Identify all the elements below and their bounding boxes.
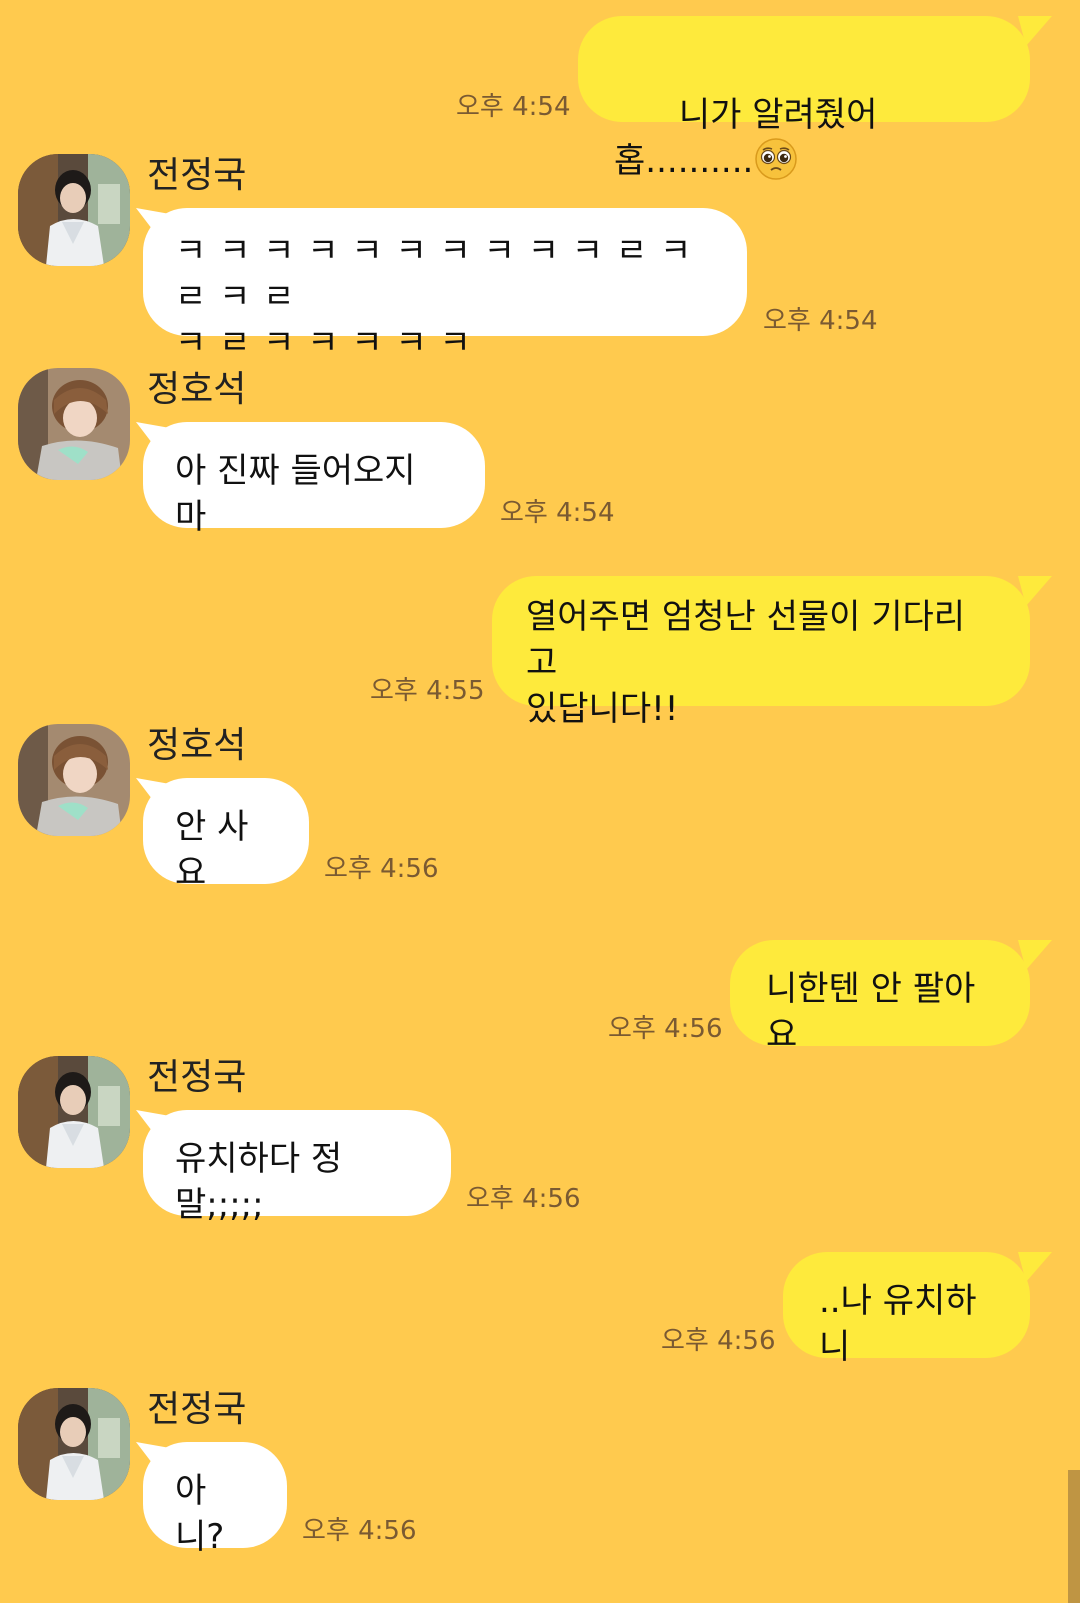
message-timestamp: 오후 4:56 xyxy=(466,1184,581,1214)
message-timestamp: 오후 4:56 xyxy=(661,1326,776,1356)
message-bubble-outgoing[interactable]: 열어주면 엄청난 선물이 기다리고 있답니다!! xyxy=(492,576,1030,729)
message-bubble-outgoing[interactable]: 니한텐 안 팔아요 xyxy=(730,940,1030,1055)
message-bubble-incoming[interactable]: ㅋ ㅋ ㅋ ㅋ ㅋ ㅋ ㅋ ㅋ ㅋ ㅋ ㄹ ㅋ ㄹ ㅋ ㄹ ㅋ ㄹ ㅋ ㅋ ㅋ … xyxy=(143,208,747,363)
avatar-jeongguk[interactable] xyxy=(18,154,130,266)
chat-message-list[interactable]: 오후 4:54 니가 알려줬어 홉.......... 전정국 ㅋ ㅋ ㅋ ㅋ … xyxy=(0,0,1080,1603)
message-timestamp: 오후 4:55 xyxy=(370,676,485,706)
sender-name: 전정국 xyxy=(147,1057,247,1098)
message-bubble-incoming[interactable]: 아 진짜 들어오지 마 xyxy=(143,422,485,537)
avatar-hoseok[interactable] xyxy=(18,724,130,836)
bubble-tail-outgoing xyxy=(1018,576,1052,606)
message-bubble-incoming[interactable]: 안 사요 xyxy=(143,778,309,893)
sender-name: 전정국 xyxy=(147,1389,247,1430)
bubble-tail-outgoing xyxy=(1018,940,1052,970)
message-row-incoming: 전정국 유치하다 정말;;;;; 오후 4:56 xyxy=(0,1056,1080,1226)
avatar-jeongguk[interactable] xyxy=(18,1056,130,1168)
sender-name: 전정국 xyxy=(147,155,247,196)
sender-name: 정호석 xyxy=(147,369,247,410)
message-timestamp: 오후 4:54 xyxy=(456,92,571,122)
message-row-outgoing: 오후 4:56 니한텐 안 팔아요 xyxy=(0,940,1080,1055)
message-timestamp: 오후 4:56 xyxy=(608,1014,723,1044)
scrollbar-thumb[interactable] xyxy=(1068,1470,1080,1603)
message-row-incoming: 정호석 안 사요 오후 4:56 xyxy=(0,724,1080,894)
message-row-outgoing: 오후 4:56 ..나 유치하니 xyxy=(0,1252,1080,1367)
avatar-jeongguk[interactable] xyxy=(18,1388,130,1500)
bubble-tail-outgoing xyxy=(1018,1252,1052,1282)
bubble-tail-outgoing xyxy=(1018,16,1052,46)
message-row-incoming: 정호석 아 진짜 들어오지 마 오후 4:54 xyxy=(0,368,1080,538)
message-bubble-outgoing[interactable]: ..나 유치하니 xyxy=(783,1252,1030,1367)
message-bubble-incoming[interactable]: 유치하다 정말;;;;; xyxy=(143,1110,451,1225)
message-timestamp: 오후 4:54 xyxy=(500,498,615,528)
message-row-incoming: 전정국 아니? 오후 4:56 xyxy=(0,1388,1080,1558)
message-row-incoming: 전정국 ㅋ ㅋ ㅋ ㅋ ㅋ ㅋ ㅋ ㅋ ㅋ ㅋ ㄹ ㅋ ㄹ ㅋ ㄹ ㅋ ㄹ ㅋ … xyxy=(0,154,1080,363)
message-timestamp: 오후 4:56 xyxy=(324,854,439,884)
message-bubble-incoming[interactable]: 아니? xyxy=(143,1442,287,1557)
message-timestamp: 오후 4:54 xyxy=(763,306,878,336)
message-timestamp: 오후 4:56 xyxy=(302,1516,417,1546)
avatar-hoseok[interactable] xyxy=(18,368,130,480)
message-row-outgoing: 오후 4:54 니가 알려줬어 홉.......... xyxy=(0,16,1080,181)
message-row-outgoing: 오후 4:55 열어주면 엄청난 선물이 기다리고 있답니다!! xyxy=(0,576,1080,729)
message-bubble-outgoing[interactable]: 니가 알려줬어 홉.......... xyxy=(578,16,1030,181)
sender-name: 정호석 xyxy=(147,725,247,766)
